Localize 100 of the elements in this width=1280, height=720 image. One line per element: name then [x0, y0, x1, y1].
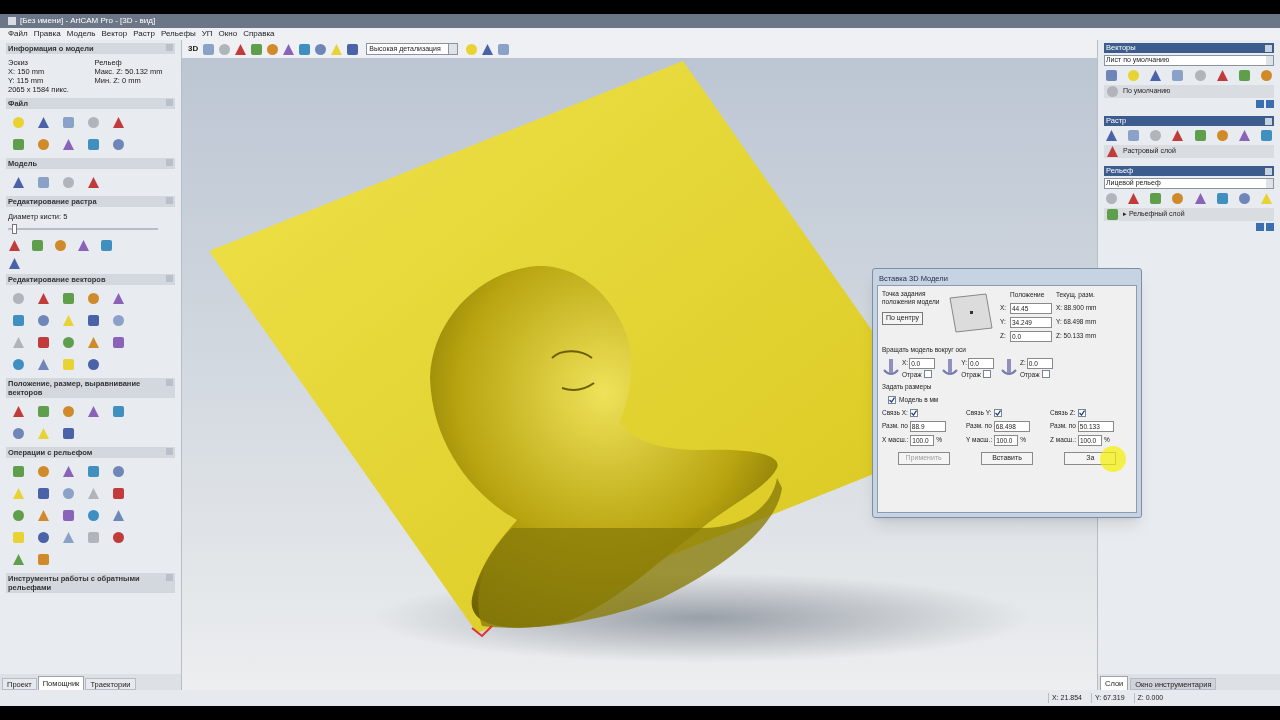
- anchor-point-drawing[interactable]: [946, 290, 996, 334]
- menu-item[interactable]: Вектор: [101, 28, 128, 40]
- tool-icon[interactable]: [37, 405, 50, 419]
- tool-icon[interactable]: [62, 336, 75, 350]
- tool-icon[interactable]: [1193, 129, 1207, 142]
- slider-thumb[interactable]: [12, 224, 18, 235]
- tool-icon[interactable]: [481, 42, 495, 56]
- tool-icon[interactable]: [1171, 129, 1185, 142]
- tool-icon[interactable]: [37, 292, 50, 306]
- tool-icon[interactable]: [112, 138, 125, 151]
- tool-icon[interactable]: [1260, 69, 1273, 82]
- tool-icon[interactable]: [87, 138, 100, 151]
- tool-icon[interactable]: [1237, 129, 1251, 142]
- tool-icon[interactable]: [62, 531, 75, 545]
- tool-icon[interactable]: [37, 336, 50, 350]
- tool-icon[interactable]: [12, 465, 25, 479]
- tool-icon[interactable]: [250, 42, 264, 56]
- tool-icon[interactable]: [314, 42, 328, 56]
- tool-icon[interactable]: [12, 314, 25, 328]
- tool-icon[interactable]: [12, 427, 25, 441]
- tool-icon[interactable]: [497, 42, 511, 56]
- tool-icon[interactable]: [87, 292, 100, 306]
- tool-icon[interactable]: [298, 42, 312, 56]
- tool-icon[interactable]: [62, 405, 75, 419]
- tool-icon[interactable]: [12, 405, 25, 419]
- tool-icon[interactable]: [87, 465, 100, 479]
- checkbox[interactable]: [888, 395, 896, 404]
- tool-icon[interactable]: [62, 487, 75, 501]
- tool-icon[interactable]: [112, 531, 125, 545]
- tool-icon[interactable]: [1127, 129, 1141, 142]
- tool-icon[interactable]: [1127, 192, 1141, 205]
- tool-icon[interactable]: [202, 42, 216, 56]
- menu-item[interactable]: Справка: [243, 28, 275, 40]
- tool-icon[interactable]: [87, 314, 100, 328]
- tool-icon[interactable]: [112, 314, 125, 328]
- tool-icon[interactable]: [112, 465, 125, 479]
- tool-icon[interactable]: [112, 116, 125, 129]
- menu-item[interactable]: Модель: [66, 28, 96, 40]
- tool-icon[interactable]: [62, 427, 75, 441]
- checkbox[interactable]: [1077, 408, 1086, 417]
- tool-icon[interactable]: [1237, 69, 1251, 82]
- checkbox[interactable]: [993, 408, 1002, 417]
- tool-icon[interactable]: [37, 487, 50, 501]
- tool-icon[interactable]: [77, 239, 90, 253]
- menu-item[interactable]: Растр: [133, 28, 155, 40]
- tool-icon[interactable]: [234, 42, 248, 56]
- tool-icon[interactable]: [1260, 129, 1273, 142]
- menu-item[interactable]: Окно: [218, 28, 238, 40]
- tool-icon[interactable]: [1215, 192, 1229, 205]
- tool-icon[interactable]: [112, 509, 125, 523]
- checkbox[interactable]: [909, 408, 918, 417]
- tool-icon[interactable]: [100, 239, 113, 253]
- tool-icon[interactable]: [266, 42, 280, 56]
- tool-icon[interactable]: [62, 465, 75, 479]
- menu-item[interactable]: Файл: [8, 28, 28, 40]
- tool-icon[interactable]: [1215, 69, 1229, 82]
- tool-icon[interactable]: [1149, 192, 1163, 205]
- tool-icon[interactable]: [8, 239, 21, 253]
- tool-icon[interactable]: [12, 553, 25, 567]
- tool-icon[interactable]: [1105, 69, 1118, 82]
- tool-icon[interactable]: [87, 358, 100, 372]
- tool-icon[interactable]: [37, 358, 50, 372]
- tool-icon[interactable]: [87, 176, 100, 189]
- checkbox[interactable]: [1041, 370, 1050, 379]
- tool-icon[interactable]: [12, 176, 25, 189]
- tool-icon[interactable]: [87, 336, 100, 350]
- checkbox[interactable]: [923, 370, 932, 379]
- tool-icon[interactable]: [37, 176, 50, 189]
- tool-icon[interactable]: [87, 509, 100, 523]
- tool-icon[interactable]: [37, 465, 50, 479]
- layer-icon[interactable]: [1106, 208, 1119, 221]
- tool-icon[interactable]: [37, 314, 50, 328]
- tool-icon[interactable]: [62, 116, 75, 129]
- tool-icon[interactable]: [1193, 192, 1207, 205]
- tool-icon[interactable]: [1149, 69, 1163, 82]
- tool-icon[interactable]: [62, 509, 75, 523]
- tool-icon[interactable]: [1171, 69, 1185, 82]
- checkbox[interactable]: [982, 370, 991, 379]
- tool-icon[interactable]: [1215, 129, 1229, 142]
- tool-icon[interactable]: [112, 292, 125, 306]
- tool-icon[interactable]: [8, 257, 21, 271]
- tool-icon[interactable]: [12, 138, 25, 151]
- menu-item[interactable]: УП: [201, 28, 213, 40]
- 3d-view-button[interactable]: 3D: [187, 43, 200, 55]
- tool-icon[interactable]: [12, 358, 25, 372]
- layer-icon[interactable]: [1106, 145, 1119, 158]
- tool-icon[interactable]: [31, 239, 44, 253]
- tool-icon[interactable]: [37, 553, 50, 567]
- tool-icon[interactable]: [112, 336, 125, 350]
- tool-icon[interactable]: [12, 509, 25, 523]
- tool-icon[interactable]: [1171, 192, 1185, 205]
- tool-icon[interactable]: [62, 292, 75, 306]
- tool-icon[interactable]: [112, 487, 125, 501]
- tool-icon[interactable]: [346, 42, 360, 56]
- tool-icon[interactable]: [37, 509, 50, 523]
- tool-icon[interactable]: [62, 138, 75, 151]
- menu-item[interactable]: Рельефы: [160, 28, 196, 40]
- tool-icon[interactable]: [37, 116, 50, 129]
- tool-icon[interactable]: [282, 42, 296, 56]
- menu-item[interactable]: Правка: [33, 28, 61, 40]
